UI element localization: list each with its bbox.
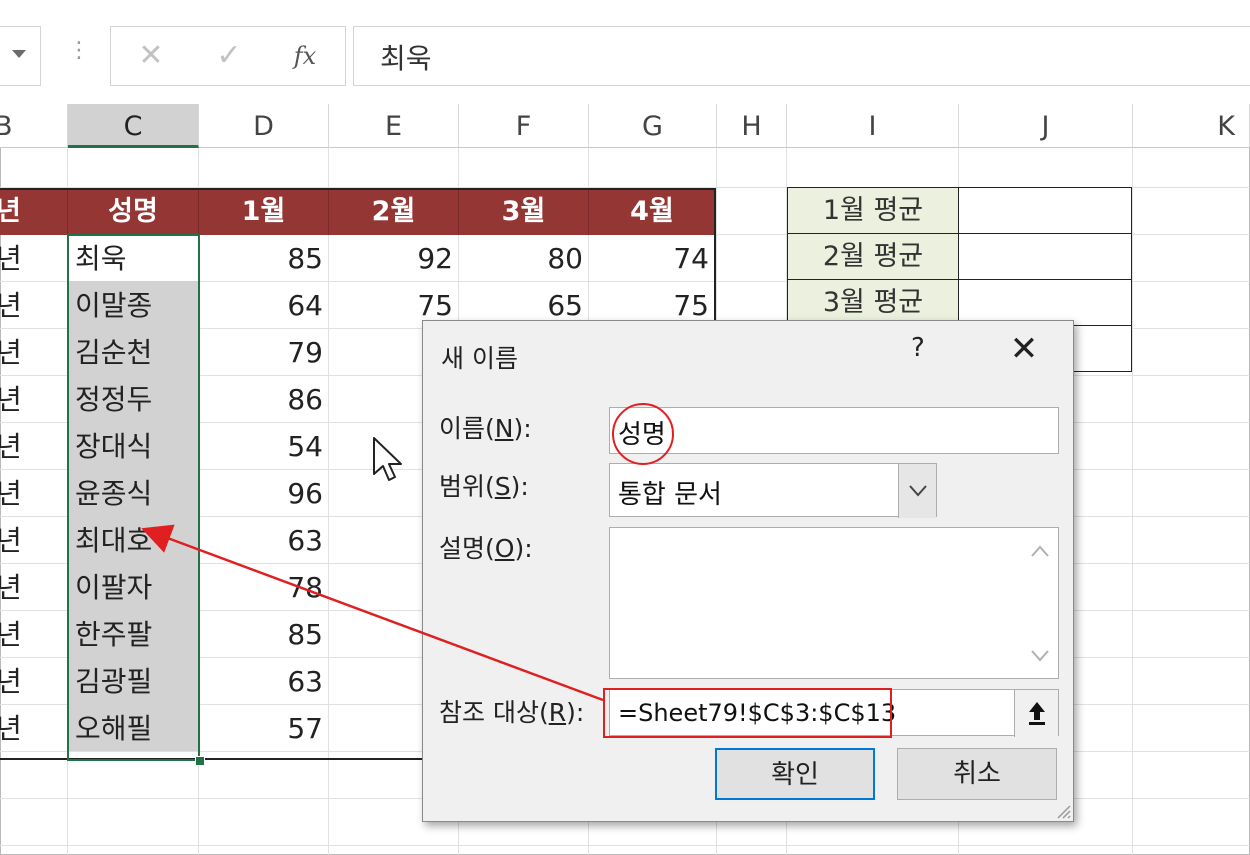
scroll-down-icon[interactable] bbox=[1028, 646, 1052, 666]
formula-input[interactable]: 최욱 bbox=[353, 26, 1250, 86]
name-box-dropdown[interactable] bbox=[0, 26, 41, 86]
annotation-circle bbox=[612, 403, 674, 465]
mouse-cursor-icon bbox=[373, 437, 402, 481]
column-header-i[interactable]: I bbox=[787, 104, 959, 148]
table-header-name[interactable]: 성명 bbox=[68, 188, 199, 235]
comment-textarea[interactable] bbox=[609, 527, 1059, 679]
column-header-j[interactable]: J bbox=[959, 104, 1133, 148]
column-header-g[interactable]: G bbox=[589, 104, 717, 148]
collapse-dialog-button[interactable] bbox=[1014, 690, 1058, 737]
cell-year[interactable]: 년 bbox=[0, 704, 68, 751]
scope-label: 범위(S): bbox=[439, 472, 529, 501]
cell-year[interactable]: 년 bbox=[0, 422, 68, 469]
cell-year[interactable]: 년 bbox=[0, 657, 68, 704]
avg-label-2[interactable]: 2월 평균 bbox=[787, 233, 959, 280]
table-header-year[interactable]: 년 bbox=[0, 188, 68, 235]
cell-m1[interactable]: 63 bbox=[199, 516, 329, 563]
column-header-b[interactable]: B bbox=[0, 104, 68, 148]
avg-value-1[interactable] bbox=[958, 187, 1132, 234]
scroll-up-icon[interactable] bbox=[1028, 542, 1052, 562]
cell-m1[interactable]: 78 bbox=[199, 563, 329, 610]
cancel-button[interactable]: 취소 bbox=[897, 748, 1057, 800]
cell-year[interactable]: 년 bbox=[0, 328, 68, 375]
fill-handle[interactable] bbox=[195, 756, 205, 766]
resize-grip-icon[interactable] bbox=[1055, 803, 1071, 819]
cell-m1[interactable]: 57 bbox=[199, 704, 329, 751]
ok-button[interactable]: 확인 bbox=[715, 748, 875, 800]
check-icon[interactable]: ✓ bbox=[209, 39, 249, 73]
cell-year[interactable]: 년 bbox=[0, 375, 68, 422]
column-header-k[interactable]: K bbox=[1133, 104, 1250, 148]
avg-label-1[interactable]: 1월 평균 bbox=[787, 187, 959, 234]
cell-m1[interactable]: 96 bbox=[199, 469, 329, 516]
cell-m1[interactable]: 85 bbox=[199, 234, 329, 281]
chevron-down-icon[interactable] bbox=[898, 464, 936, 518]
cancel-icon[interactable]: ✕ bbox=[131, 39, 171, 73]
comment-label: 설명(O): bbox=[439, 534, 533, 563]
formula-buttons: ✕ ✓ fx bbox=[110, 26, 346, 86]
cell-year[interactable]: 년 bbox=[0, 281, 68, 328]
avg-label-3[interactable]: 3월 평균 bbox=[787, 279, 959, 326]
formula-content: 최욱 bbox=[380, 42, 432, 75]
selection-range bbox=[67, 234, 200, 761]
table-header-m4[interactable]: 4월 bbox=[589, 188, 716, 235]
column-header-h[interactable]: H bbox=[717, 104, 787, 148]
cell-year[interactable]: 년 bbox=[0, 516, 68, 563]
cell-year[interactable]: 년 bbox=[0, 234, 68, 281]
table-header-m1[interactable]: 1월 bbox=[199, 188, 329, 235]
cell-m1[interactable]: 64 bbox=[199, 281, 329, 328]
scope-select[interactable]: 통합 문서 bbox=[609, 463, 937, 518]
table-header-m3[interactable]: 3월 bbox=[459, 188, 589, 235]
cell-year[interactable]: 년 bbox=[0, 469, 68, 516]
cell-m1[interactable]: 54 bbox=[199, 422, 329, 469]
cell-m1[interactable]: 85 bbox=[199, 610, 329, 657]
column-header-c[interactable]: C bbox=[68, 104, 199, 148]
cell-m4[interactable]: 74 bbox=[589, 234, 715, 281]
reference-label: 참조 대상(R): bbox=[439, 698, 585, 727]
cell-m2[interactable]: 92 bbox=[329, 234, 459, 281]
dialog-title: 새 이름 bbox=[441, 344, 518, 373]
avg-value-3[interactable] bbox=[958, 279, 1132, 326]
cell-m1[interactable]: 86 bbox=[199, 375, 329, 422]
name-input[interactable]: 성명 bbox=[609, 407, 1059, 454]
chevron-down-icon bbox=[12, 50, 26, 58]
column-header-e[interactable]: E bbox=[329, 104, 459, 148]
cell-m3[interactable]: 80 bbox=[459, 234, 589, 281]
upload-arrow-icon bbox=[1029, 702, 1045, 725]
name-label: 이름(N): bbox=[439, 414, 532, 443]
drag-handle-icon[interactable]: ⋮ bbox=[68, 40, 90, 62]
scope-select-value: 통합 문서 bbox=[618, 480, 722, 510]
close-button[interactable]: ✕ bbox=[1003, 329, 1045, 371]
new-name-dialog: 새 이름 ? ✕ 이름(N): 성명 범위(S): 통합 문서 설명(O): 참… bbox=[422, 320, 1074, 822]
help-button[interactable]: ? bbox=[911, 333, 925, 363]
cell-m1[interactable]: 63 bbox=[199, 657, 329, 704]
formula-bar: ⋮ ✕ ✓ fx 최욱 bbox=[0, 0, 1250, 104]
avg-value-2[interactable] bbox=[958, 233, 1132, 280]
cell-m1[interactable]: 79 bbox=[199, 328, 329, 375]
insert-function-button[interactable]: fx bbox=[285, 39, 325, 73]
cell-year[interactable]: 년 bbox=[0, 563, 68, 610]
annotation-rectangle bbox=[603, 688, 892, 738]
cell-year[interactable]: 년 bbox=[0, 610, 68, 657]
table-header-m2[interactable]: 2월 bbox=[329, 188, 459, 235]
column-header-d[interactable]: D bbox=[199, 104, 329, 148]
column-header-f[interactable]: F bbox=[459, 104, 589, 148]
